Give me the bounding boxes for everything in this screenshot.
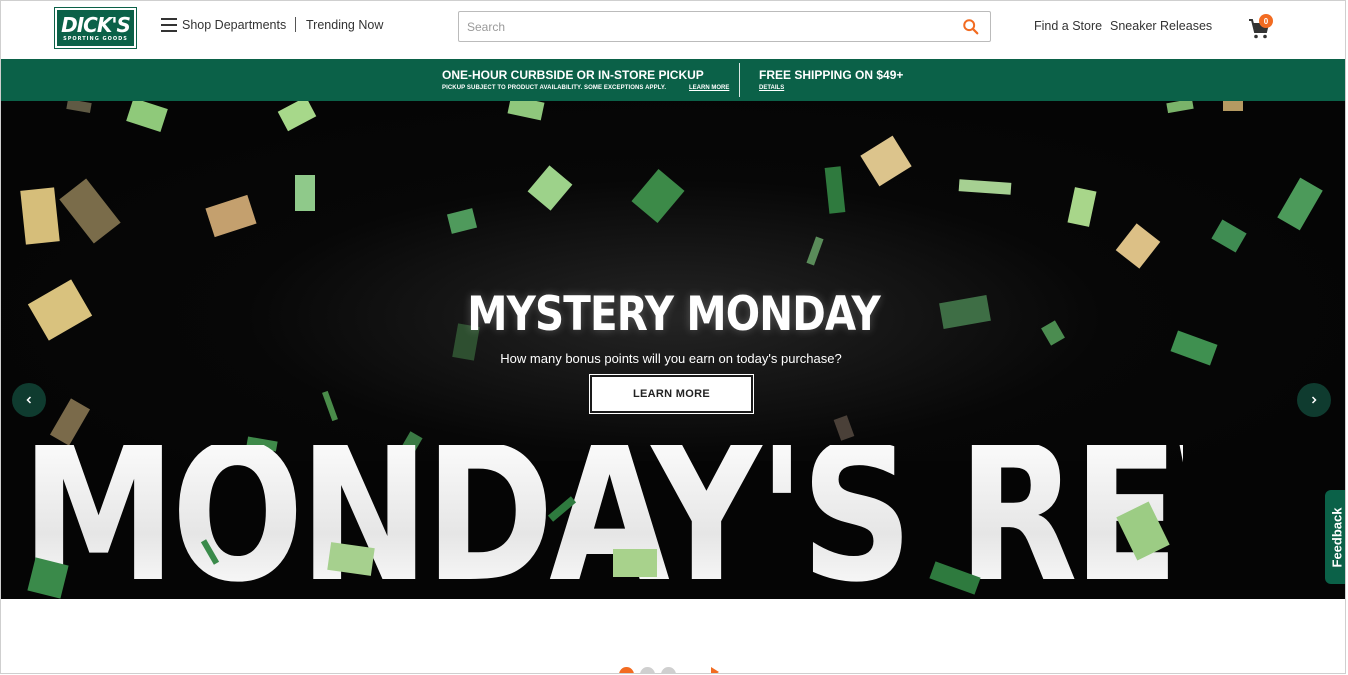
confetti (1223, 101, 1243, 111)
carousel-dot[interactable] (661, 667, 676, 673)
promo-banner: ONE-HOUR CURBSIDE OR IN-STORE PICKUP PIC… (1, 59, 1345, 101)
carousel-prev-button[interactable] (12, 383, 46, 417)
chevron-right-icon (1311, 396, 1317, 404)
hero-banner[interactable]: MYSTERY MONDAY How many bonus points wil… (1, 101, 1345, 599)
chevron-left-icon (26, 396, 32, 404)
shipping-details-link[interactable]: DETAILS (759, 85, 784, 91)
search-input[interactable] (467, 17, 947, 37)
search-bar (458, 11, 991, 42)
search-icon[interactable] (962, 18, 980, 36)
page-frame: DICK'S SPORTING GOODS Shop Departments T… (0, 0, 1346, 674)
confetti (327, 542, 375, 576)
shop-departments-link[interactable]: Shop Departments (182, 18, 286, 32)
feedback-tab[interactable]: Feedback (1325, 490, 1345, 584)
carousel-play-icon[interactable] (711, 667, 719, 673)
pickup-promo-note: PICKUP SUBJECT TO PRODUCT AVAILABILITY. … (442, 85, 667, 91)
carousel-dots (619, 667, 676, 673)
find-a-store-link[interactable]: Find a Store (1034, 19, 1102, 33)
confetti (20, 187, 60, 245)
menu-icon[interactable] (161, 18, 177, 32)
promo-divider (739, 63, 740, 97)
dicks-logo[interactable]: DICK'S SPORTING GOODS (54, 7, 137, 49)
shipping-promo-title: FREE SHIPPING ON $49+ (759, 68, 904, 82)
mondays-reward-text: MONDAY'S REWARD (21, 445, 1345, 599)
carousel-next-button[interactable] (1297, 383, 1331, 417)
pickup-learn-more-link[interactable]: LEARN MORE (689, 85, 729, 91)
confetti (295, 175, 315, 211)
logo-wordmark: DICK'S (61, 13, 131, 37)
site-header: DICK'S SPORTING GOODS Shop Departments T… (1, 1, 1345, 59)
nav-divider (295, 17, 296, 32)
pickup-promo-title: ONE-HOUR CURBSIDE OR IN-STORE PICKUP (442, 68, 704, 82)
confetti (613, 549, 657, 577)
mondays-reward-wordmark: MONDAY'S REWARD (1, 445, 1345, 599)
learn-more-button[interactable]: LEARN MORE (589, 374, 754, 414)
hero-subtitle: How many bonus points will you earn on t… (500, 351, 842, 366)
feedback-label: Feedback (1329, 507, 1345, 567)
cart-count-badge: 0 (1259, 14, 1273, 28)
logo-subtitle: SPORTING GOODS (63, 36, 128, 42)
carousel-dot[interactable] (640, 667, 655, 673)
carousel-dot[interactable] (619, 667, 634, 673)
trending-now-link[interactable]: Trending Now (306, 18, 383, 32)
sneaker-releases-link[interactable]: Sneaker Releases (1110, 19, 1212, 33)
hero-title: MYSTERY MONDAY (467, 287, 881, 342)
